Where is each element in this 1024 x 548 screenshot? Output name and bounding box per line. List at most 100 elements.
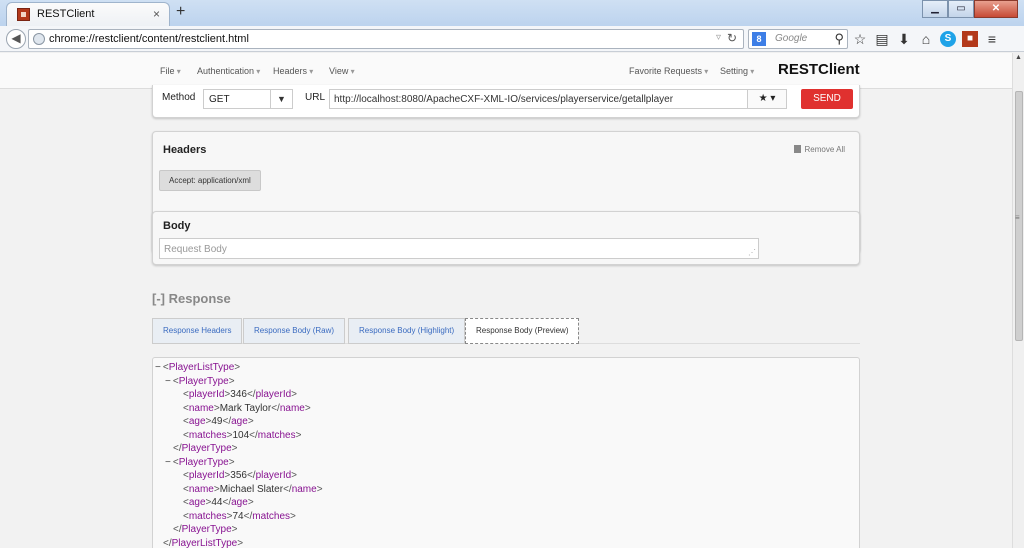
xml-bracket: </ bbox=[243, 510, 253, 522]
xml-tag-name: playerId bbox=[188, 470, 225, 481]
xml-tag-name: name bbox=[279, 402, 305, 414]
menu-authentication[interactable]: Authentication bbox=[197, 66, 260, 76]
home-icon[interactable]: ⌂ bbox=[918, 31, 934, 47]
remove-all-headers-button[interactable]: Remove All bbox=[793, 145, 845, 154]
download-icon[interactable]: ⬇ bbox=[896, 31, 912, 47]
xml-tag-name: playerId bbox=[255, 389, 292, 400]
tab-title: RESTClient bbox=[37, 8, 95, 20]
menu-setting[interactable]: Setting bbox=[720, 66, 754, 76]
url-value[interactable]: http://localhost:8080/ApacheCXF-XML-IO/s… bbox=[334, 94, 673, 105]
xml-tag-name: PlayerType bbox=[181, 443, 232, 454]
toolbar-icons: ☆ ▤ ⬇ ⌂ S ■ ≡ bbox=[852, 30, 1000, 48]
xml-bracket: </ bbox=[173, 524, 182, 535]
headers-title: Headers bbox=[163, 144, 207, 156]
xml-tag-name: playerId bbox=[188, 389, 225, 400]
xml-tag-name: matches bbox=[188, 429, 227, 441]
request-body-input[interactable]: Request Body ⋰ bbox=[159, 238, 759, 259]
xml-text-value: Mark Taylor bbox=[219, 402, 272, 414]
minimize-button[interactable]: ▁ bbox=[922, 0, 948, 18]
xml-tag-name: age bbox=[231, 497, 248, 508]
xml-line: <age>44</age> bbox=[183, 497, 254, 508]
favorite-star-dropdown-button[interactable]: ★ ▾ bbox=[747, 89, 787, 109]
xml-bracket: </ bbox=[222, 497, 232, 508]
header-chip[interactable]: Accept: application/xml bbox=[159, 170, 261, 191]
tab-response-body-preview[interactable]: Response Body (Preview) bbox=[465, 318, 580, 344]
collapse-toggle-icon[interactable]: − bbox=[165, 457, 171, 468]
xml-tag-name: name bbox=[188, 402, 214, 414]
scroll-grip-icon: ≡ bbox=[1015, 213, 1020, 222]
url-input[interactable]: http://localhost:8080/ApacheCXF-XML-IO/s… bbox=[329, 89, 787, 109]
xml-tag-name: matches bbox=[188, 510, 227, 522]
xml-bracket: > bbox=[228, 375, 235, 387]
xml-bracket: </ bbox=[173, 443, 182, 454]
menu-favorite-requests[interactable]: Favorite Requests bbox=[629, 66, 708, 76]
tab-response-body-highlight[interactable]: Response Body (Highlight) bbox=[348, 318, 466, 344]
tab-response-headers[interactable]: Response Headers bbox=[152, 318, 243, 344]
window-controls: ▁ ▭ ✕ bbox=[922, 0, 1018, 18]
reload-icon[interactable]: ↻ bbox=[727, 31, 737, 45]
menu-hamburger-icon[interactable]: ≡ bbox=[984, 31, 1000, 47]
xml-line: </PlayerType> bbox=[173, 524, 238, 535]
bookmark-star-icon[interactable]: ☆ bbox=[852, 31, 868, 47]
xml-bracket: > bbox=[234, 362, 241, 373]
xml-bracket: </ bbox=[249, 429, 258, 441]
globe-icon bbox=[33, 33, 45, 45]
restclient-favicon-icon bbox=[17, 8, 30, 21]
app-brand: RESTClient bbox=[778, 61, 860, 78]
xml-tag-name: PlayerType bbox=[178, 456, 229, 468]
menu-headers[interactable]: Headers bbox=[273, 66, 313, 76]
search-box[interactable]: 8 Google ⚲ bbox=[748, 29, 848, 49]
resize-grip-icon[interactable]: ⋰ bbox=[748, 248, 756, 257]
search-magnifier-icon[interactable]: ⚲ bbox=[834, 31, 844, 47]
xml-line: <age>49</age> bbox=[183, 416, 254, 427]
browser-tab[interactable]: RESTClient × bbox=[6, 2, 170, 26]
xml-line: <matches>104</matches> bbox=[183, 430, 301, 441]
scroll-up-arrow-icon[interactable]: ▲ bbox=[1015, 54, 1022, 61]
request-body-placeholder: Request Body bbox=[164, 244, 227, 255]
xml-bracket: </ bbox=[283, 483, 292, 495]
address-bar[interactable]: chrome://restclient/content/restclient.h… bbox=[28, 29, 744, 49]
xml-tag-name: PlayerType bbox=[178, 375, 229, 387]
close-window-button[interactable]: ✕ bbox=[974, 0, 1018, 18]
collapse-toggle-icon[interactable]: − bbox=[165, 376, 171, 387]
xml-text-value: 44 bbox=[211, 497, 223, 508]
new-tab-button[interactable]: + bbox=[176, 3, 185, 21]
search-placeholder: Google bbox=[775, 33, 808, 44]
xml-bracket: </ bbox=[246, 389, 256, 400]
tab-response-body-raw[interactable]: Response Body (Raw) bbox=[243, 318, 346, 344]
method-select[interactable]: GET ▼ bbox=[203, 89, 293, 109]
xml-line: − <PlayerType> bbox=[165, 376, 235, 387]
xml-tag-name: name bbox=[188, 483, 214, 495]
restclient-extension-icon[interactable]: ■ bbox=[962, 31, 978, 47]
xml-line: <name>Michael Slater</name> bbox=[183, 484, 323, 495]
xml-tag-name: age bbox=[188, 416, 206, 427]
send-button[interactable]: SEND bbox=[801, 89, 853, 109]
vertical-scrollbar[interactable]: ▲ ≡ bbox=[1012, 53, 1024, 548]
dropdown-arrow-icon[interactable]: ▿ bbox=[716, 32, 721, 43]
collapse-toggle-icon[interactable]: − bbox=[155, 362, 161, 373]
star-icon: ★ bbox=[758, 93, 768, 104]
google-logo-icon[interactable]: 8 bbox=[752, 32, 766, 46]
body-panel: Body Request Body ⋰ bbox=[152, 211, 860, 265]
window-titlebar: RESTClient × + ▁ ▭ ✕ bbox=[0, 0, 1024, 26]
back-arrow-icon[interactable]: ◀ bbox=[6, 29, 26, 49]
xml-tag-name: matches bbox=[257, 429, 296, 441]
request-panel: Method GET ▼ URL http://localhost:8080/A… bbox=[152, 85, 860, 118]
xml-bracket: > bbox=[231, 524, 238, 535]
xml-bracket: </ bbox=[271, 402, 280, 414]
tab-close-icon[interactable]: × bbox=[153, 7, 160, 21]
menu-view[interactable]: View bbox=[329, 66, 355, 76]
reading-list-icon[interactable]: ▤ bbox=[874, 31, 890, 47]
xml-line: <matches>74</matches> bbox=[183, 511, 296, 522]
response-title[interactable]: [-] Response bbox=[152, 291, 231, 306]
address-text[interactable]: chrome://restclient/content/restclient.h… bbox=[49, 33, 249, 45]
xml-line: − <PlayerType> bbox=[165, 457, 235, 468]
xml-tag-name: name bbox=[291, 483, 317, 495]
xml-bracket: </ bbox=[246, 470, 256, 481]
xml-bracket: > bbox=[291, 389, 297, 400]
response-preview: − <PlayerListType> − <PlayerType> <playerId>… bbox=[152, 357, 860, 548]
skype-icon[interactable]: S bbox=[940, 31, 956, 47]
menu-file[interactable]: File bbox=[160, 66, 181, 76]
chevron-down-icon[interactable]: ▼ bbox=[270, 90, 292, 108]
maximize-button[interactable]: ▭ bbox=[948, 0, 974, 18]
